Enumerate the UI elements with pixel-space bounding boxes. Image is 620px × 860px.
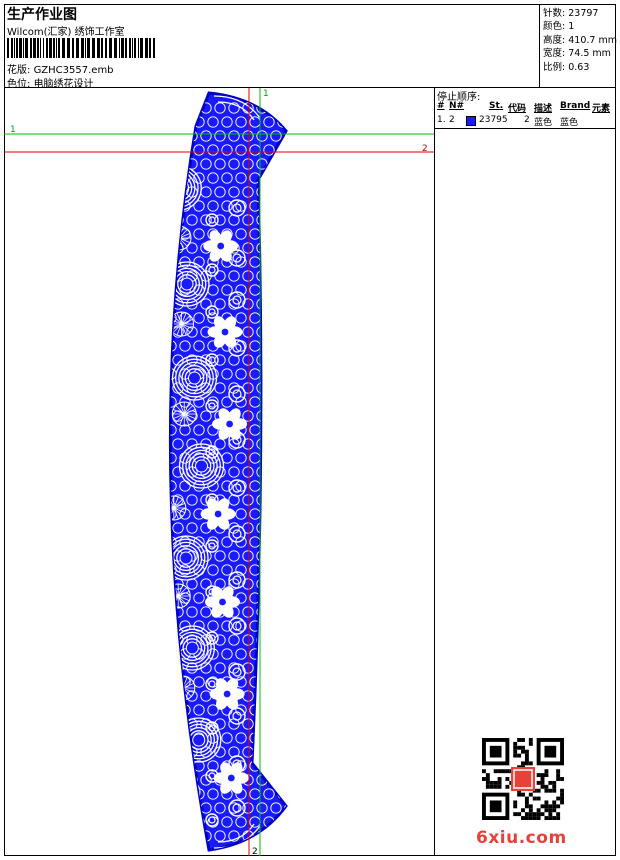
col-brand: Brand [560,101,591,111]
stat-width: 宽度: 74.5 mm [543,48,611,59]
stat-stitches: 针数: 23797 [543,8,599,19]
studio-name: Wilcom(汇家) 绣饰工作室 [7,27,125,38]
table-row[interactable]: 1. 2 23795 2 蓝色 蓝色 [435,115,616,128]
barcode-image [7,38,155,58]
table-divider [435,128,616,129]
row-needle: 2 [449,115,455,125]
guide-label-red-h: 2 [422,144,428,154]
embroidery-band [168,91,288,852]
stat-scale: 比例: 0.63 [543,62,590,73]
header-panel: 生产作业图 Wilcom(汇家) 绣饰工作室 花版: GZHC3557.emb … [4,4,540,90]
guide-label-green-h: 1 [10,125,16,135]
guide-label-red-v: 2 [252,847,258,856]
col-index: # [437,101,445,111]
col-code: 代码 [508,104,527,114]
row-stitches: 23795 [479,115,508,125]
col-element: 元素 [592,104,611,114]
embroidery-preview: 1 1 2 2 [4,88,434,856]
table-header: # N# St. 代码 描述 Brand 元素 [435,101,616,114]
guide-label-green-v: 1 [263,89,269,99]
col-needle: N# [449,101,465,111]
stat-colors: 颜色: 1 [543,21,575,32]
page-title: 生产作业图 [7,7,77,23]
qr-code-image [482,738,564,820]
pattern-line: 花版: GZHC3557.emb [7,61,114,76]
row-brand: 蓝色 [560,118,579,128]
stat-height: 高度: 410.7 mm [543,35,617,46]
row-code: 2 [524,115,530,125]
col-stitches: St. [489,101,504,111]
color-swatch [466,116,476,126]
row-description: 蓝色 [534,118,553,128]
stats-panel: 针数: 23797 颜色: 1 高度: 410.7 mm 宽度: 74.5 mm… [540,4,617,88]
col-description: 描述 [534,104,553,114]
row-index: 1. [437,115,446,125]
watermark-site: 6xiu.com [476,828,567,848]
design-canvas[interactable]: 1 1 2 2 [4,88,435,856]
